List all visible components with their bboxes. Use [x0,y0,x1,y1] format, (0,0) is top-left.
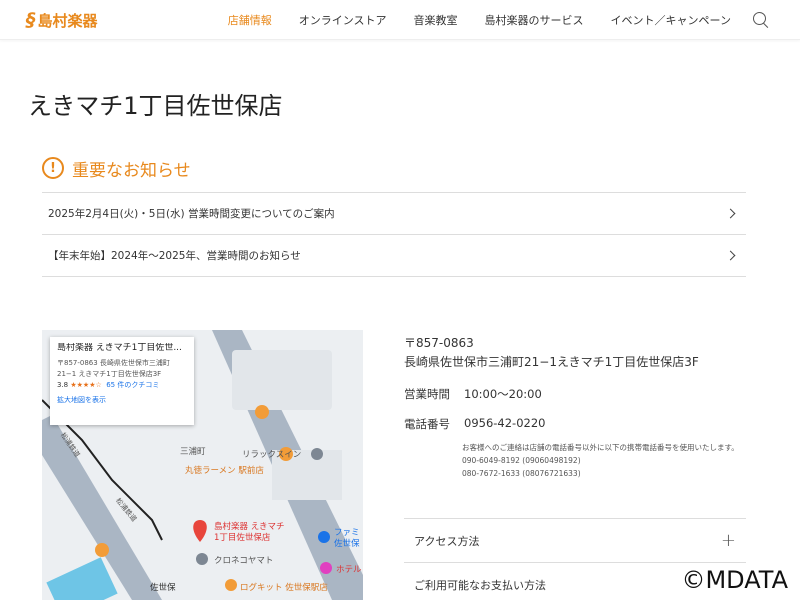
important-notice: ! 重要なお知らせ 2025年2月4日(火)・5日(水) 営業時間変更についてのご… [42,154,746,277]
rating: 3.8 [57,381,69,389]
map-info-address: 〒857-0863 長崎県佐世保市三浦町 21−1 えきマチ1丁目佐世保店3F [57,359,170,378]
map-info-title: 島村楽器 えきマチ1丁目佐世... [57,343,182,353]
exclamation-icon: ! [42,157,64,179]
map-label: ログキット 佐世保駅店 [240,583,328,593]
accordion-label: アクセス方法 [414,534,480,548]
star-rating-icon: ★★★★☆ [70,381,102,389]
plus-icon: + [720,530,736,551]
logo[interactable]: § 島村楽器 [26,9,98,31]
page-title: えきマチ1丁目佐世保店 [28,92,283,120]
accordion-label: ご利用可能なお支払い方法 [414,578,546,592]
map-label: 佐世保 [334,539,360,549]
restaurant-icon [95,543,109,557]
logo-mark-icon: § [26,9,36,31]
notice-item-text: 2025年2月4日(火)・5日(水) 営業時間変更についてのご案内 [48,208,335,220]
accordion-access[interactable]: アクセス方法 + [404,518,746,562]
main-nav: 店舗情報 オンラインストア 音楽教室 島村楽器のサービス イベント／キャンペーン [228,0,770,40]
hours-value: 10:00〜20:00 [464,387,542,401]
phone-note: お客様へのご連絡は店舗の電話番号以外に以下の携帯電話番号を使用いたします。 09… [462,441,752,480]
restaurant-icon [255,405,269,419]
nav-music-school[interactable]: 音楽教室 [414,12,458,28]
notice-item-text: 【年末年始】2024年～2025年、営業時間のお知らせ [48,250,301,262]
notice-item[interactable]: 【年末年始】2024年～2025年、営業時間のお知らせ [42,235,746,277]
map-label: 1丁目佐世保店 [214,533,271,543]
search-icon[interactable] [752,11,770,29]
watermark: ©MDATA [681,566,788,594]
restaurant-icon [225,579,237,591]
hours-label: 営業時間 [404,387,450,401]
nav-online-store[interactable]: オンラインストア [299,12,387,28]
map-label: 佐世保 [150,583,176,593]
enlarge-map-link[interactable]: 拡大地図を表示 [57,396,106,404]
reviews-link[interactable]: 65 件のクチコミ [106,381,159,389]
address: 長崎県佐世保市三浦町21−1えきマチ1丁目佐世保店3F [404,355,699,369]
phone-value[interactable]: 0956-42-0220 [464,416,545,432]
mobile-number[interactable]: 080-7672-1633 (08076721633) [462,467,752,480]
chevron-right-icon [725,208,736,219]
place-icon [196,553,208,565]
note-text: お客様へのご連絡は店舗の電話番号以外に以下の携帯電話番号を使用いたします。 [462,443,739,452]
site-header: § 島村楽器 店舗情報 オンラインストア 音楽教室 島村楽器のサービス イベント／… [0,0,800,40]
notice-title: 重要なお知らせ [72,160,191,181]
notice-item[interactable]: 2025年2月4日(火)・5日(水) 営業時間変更についてのご案内 [42,193,746,235]
logo-text: 島村楽器 [37,11,98,30]
nav-events[interactable]: イベント／キャンペーン [611,12,731,28]
map-label: リラックスイン [242,450,302,460]
store-address: 〒857-0863 長崎県佐世保市三浦町21−1えきマチ1丁目佐世保店3F [404,334,699,372]
map-label: ホテル [336,565,362,575]
phone-label: 電話番号 [404,417,450,431]
nav-services[interactable]: 島村楽器のサービス [485,12,584,28]
hotel-icon [320,562,332,574]
hotel-icon [311,448,323,460]
chevron-right-icon [725,250,736,261]
shop-icon [318,531,330,543]
phone-row: 電話番号 0956-42-0220 [404,416,545,432]
nav-store-info[interactable]: 店舗情報 [228,12,272,28]
map-label: クロネコヤマト [214,556,274,566]
hours-row: 営業時間 10:00〜20:00 [404,386,542,402]
map-label: 三浦町 [180,447,206,457]
map-info-card: 島村楽器 えきマチ1丁目佐世... 〒857-0863 長崎県佐世保市三浦町 2… [50,337,194,425]
postal-code: 〒857-0863 [404,336,474,350]
map-label: 丸徳ラーメン 駅前店 [185,466,264,476]
mobile-number[interactable]: 090-6049-8192 (09060498192) [462,454,752,467]
